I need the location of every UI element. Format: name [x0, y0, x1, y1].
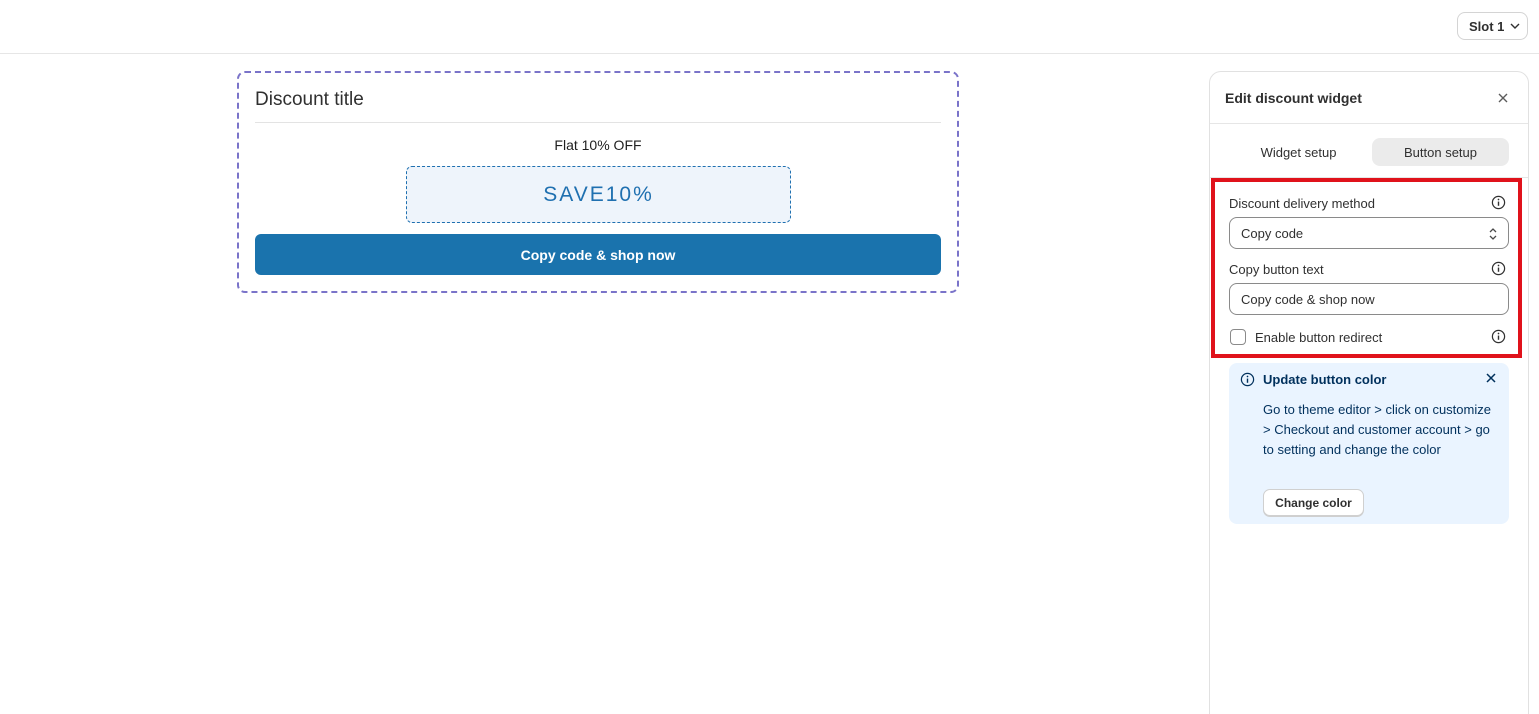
discount-widget-preview[interactable]: Discount title Flat 10% OFF SAVE10% Copy… — [237, 71, 959, 293]
offer-text: Flat 10% OFF — [554, 137, 642, 153]
copy-button-text-value: Copy code & shop now — [1241, 291, 1375, 307]
discount-title: Discount title — [255, 89, 364, 110]
change-color-button[interactable]: Change color — [1263, 489, 1364, 516]
delivery-method-select[interactable]: Copy code — [1229, 217, 1509, 249]
slot-select[interactable]: Slot 1 — [1457, 12, 1528, 40]
tab-widget-setup-label: Widget setup — [1260, 144, 1337, 160]
cta-label: Copy code & shop now — [520, 246, 676, 263]
panel-title: Edit discount widget — [1225, 90, 1362, 106]
close-icon[interactable] — [1495, 90, 1511, 106]
delivery-method-label: Discount delivery method — [1229, 196, 1375, 211]
discount-code-box: SAVE10% — [406, 166, 791, 223]
panel-tabs: Widget setup Button setup — [1210, 124, 1528, 178]
copy-button-text-input[interactable]: Copy code & shop now — [1229, 283, 1509, 315]
slot-select-label: Slot 1 — [1469, 18, 1505, 34]
tab-button-setup[interactable]: Button setup — [1372, 138, 1509, 166]
close-icon[interactable] — [1484, 371, 1498, 385]
copy-code-shop-now-button[interactable]: Copy code & shop now — [255, 234, 941, 275]
info-icon[interactable] — [1491, 195, 1506, 210]
info-icon — [1240, 372, 1255, 387]
banner-title: Update button color — [1263, 372, 1387, 387]
tab-widget-setup[interactable]: Widget setup — [1230, 138, 1367, 166]
update-color-banner: Update button color Go to theme editor >… — [1229, 363, 1509, 524]
banner-body: Go to theme editor > click on customize … — [1263, 402, 1491, 457]
copy-button-text-label: Copy button text — [1229, 262, 1324, 277]
info-icon[interactable] — [1491, 329, 1506, 344]
divider — [255, 122, 941, 123]
top-bar: Slot 1 — [0, 0, 1539, 54]
chevron-down-icon — [1510, 23, 1520, 29]
discount-code: SAVE10% — [543, 182, 654, 206]
enable-redirect-label[interactable]: Enable button redirect — [1255, 330, 1382, 345]
enable-redirect-checkbox[interactable] — [1230, 329, 1246, 345]
select-arrows-icon — [1489, 228, 1497, 240]
delivery-method-value: Copy code — [1241, 225, 1304, 241]
change-color-label: Change color — [1275, 495, 1352, 510]
tab-button-setup-label: Button setup — [1404, 144, 1477, 160]
panel-header: Edit discount widget — [1210, 72, 1528, 124]
info-icon[interactable] — [1491, 261, 1506, 276]
